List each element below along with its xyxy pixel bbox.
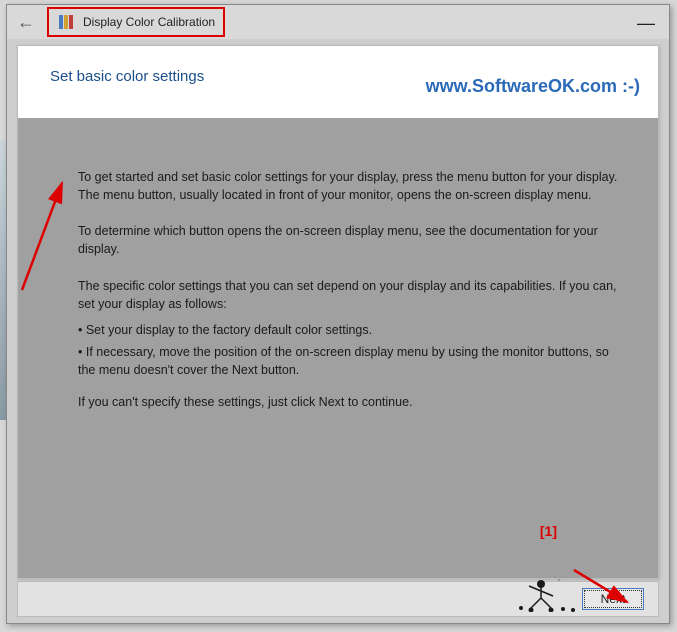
calibration-window: ← Display Color Calibration — Set basic … — [6, 4, 670, 624]
next-button[interactable]: Next — [582, 588, 644, 610]
window-title: Display Color Calibration — [83, 15, 215, 29]
titlebar: ← Display Color Calibration — — [7, 5, 669, 39]
annotation-label-1: [1] — [540, 523, 557, 539]
title-highlight-box: Display Color Calibration — [47, 7, 225, 37]
bullet-1: • Set your display to the factory defaul… — [78, 321, 622, 339]
paragraph-4: If you can't specify these settings, jus… — [78, 393, 622, 411]
content-body: To get started and set basic color setti… — [18, 118, 658, 578]
back-button[interactable]: ← — [17, 12, 35, 33]
content-panel: Set basic color settings www.SoftwareOK.… — [17, 45, 659, 579]
doodle-figure — [511, 574, 581, 615]
calibration-icon — [57, 13, 75, 31]
paragraph-1: To get started and set basic color setti… — [78, 168, 622, 204]
bullet-2: • If necessary, move the position of the… — [78, 343, 622, 379]
minimize-button[interactable]: — — [637, 13, 655, 34]
paragraph-2: To determine which button opens the on-s… — [78, 222, 622, 258]
paragraph-3: The specific color settings that you can… — [78, 277, 622, 313]
watermark-text: www.SoftwareOK.com :-) — [426, 76, 640, 97]
